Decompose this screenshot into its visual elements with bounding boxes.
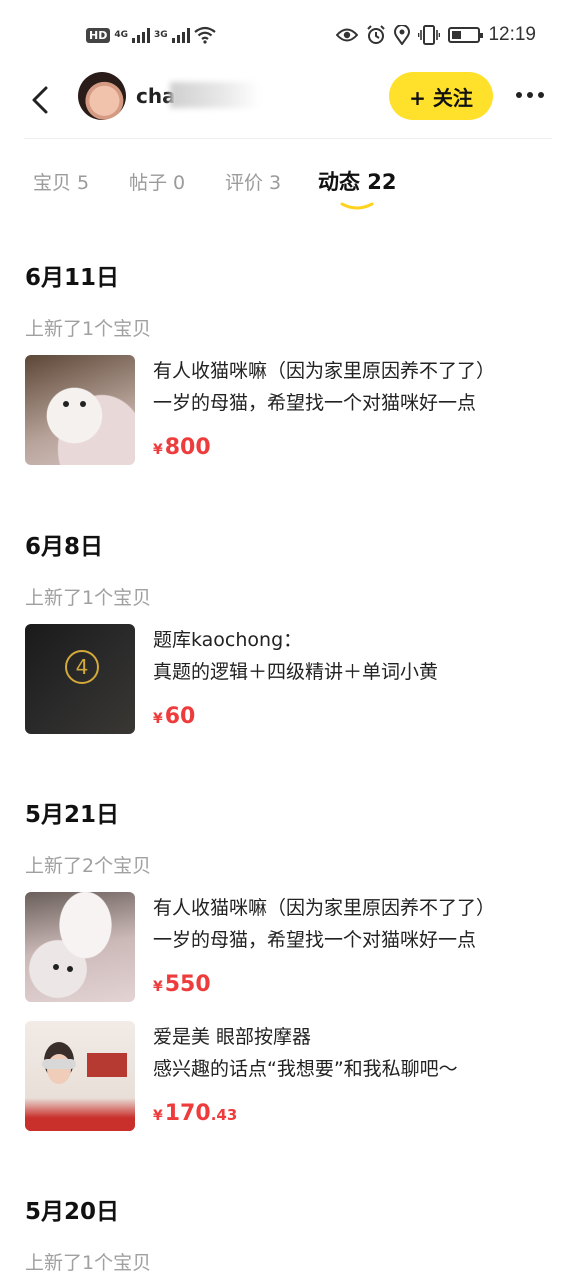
tab-items[interactable]: 宝贝 5 (33, 168, 89, 195)
product-thumbnail (25, 892, 135, 1002)
more-options-icon[interactable] (516, 92, 544, 98)
price-value: 550 (164, 972, 211, 997)
system-indicators: 12:19 (336, 24, 536, 46)
profile-header: cha + 关注 (0, 72, 576, 140)
product-price: ¥ 170 .43 (153, 1101, 237, 1126)
currency-symbol: ¥ (153, 711, 163, 727)
price-value: 170 (164, 1101, 211, 1126)
date-heading: 6月8日 (25, 534, 104, 560)
date-heading: 6月11日 (25, 265, 120, 291)
product-thumbnail (25, 355, 135, 465)
network-type-left: 4G (114, 29, 128, 40)
product-description: 题库kaochong： 真题的逻辑＋四级精讲＋单词小黄 (153, 624, 553, 688)
update-summary: 上新了2个宝贝 (25, 855, 152, 877)
product-thumbnail (25, 1021, 135, 1131)
description-line: 真题的逻辑＋四级精讲＋单词小黄 (153, 661, 439, 683)
network-indicators: HD 4G 3G (86, 26, 216, 44)
eye-massager-image-icon (25, 1042, 135, 1131)
profile-tabs: 宝贝 5 帖子 0 评价 3 动态 22 (0, 168, 576, 216)
list-item[interactable]: 有人收猫咪嘛（因为家里原因养不了了） 一岁的母猫，希望找一个对猫咪好一点 ¥ 8… (25, 355, 555, 467)
date-heading: 5月20日 (25, 1199, 120, 1225)
description-line: 题库kaochong： (153, 629, 303, 651)
list-item[interactable]: 有人收猫咪嘛（因为家里原因养不了了） 一岁的母猫，希望找一个对猫咪好一点 ¥ 5… (25, 892, 555, 1004)
follow-button[interactable]: + 关注 (389, 72, 493, 120)
description-line: 爱是美 眼部按摩器 (153, 1026, 312, 1048)
location-icon (394, 25, 411, 45)
update-summary: 上新了1个宝贝 (25, 318, 152, 340)
tab-activity[interactable]: 动态 22 (318, 166, 397, 196)
currency-symbol: ¥ (153, 442, 163, 458)
product-price: ¥ 60 (153, 704, 195, 729)
description-line: 有人收猫咪嘛（因为家里原因养不了了） (153, 360, 496, 382)
active-tab-indicator (340, 202, 374, 210)
signal-icon (132, 27, 150, 43)
network-type-right: 3G (154, 29, 168, 40)
status-bar: HD 4G 3G 12:19 (0, 0, 576, 72)
clock: 12:19 (488, 24, 536, 45)
list-item[interactable]: 爱是美 眼部按摩器 感兴趣的话点“我想要”和我私聊吧～ ¥ 170 .43 (25, 1021, 555, 1133)
book-cover-emblem-icon: 4 (65, 650, 99, 684)
currency-symbol: ¥ (153, 979, 163, 995)
wifi-icon (193, 26, 216, 44)
update-summary: 上新了1个宝贝 (25, 1252, 152, 1274)
tab-posts[interactable]: 帖子 0 (129, 168, 185, 195)
date-heading: 5月21日 (25, 802, 120, 828)
header-divider (24, 138, 552, 139)
list-item[interactable]: 4 题库kaochong： 真题的逻辑＋四级精讲＋单词小黄 ¥ 60 (25, 624, 555, 736)
update-summary: 上新了1个宝贝 (25, 587, 152, 609)
alarm-icon (367, 25, 386, 44)
battery-icon (448, 27, 484, 43)
price-decimal: .43 (210, 1106, 238, 1124)
price-value: 60 (164, 704, 196, 729)
currency-symbol: ¥ (153, 1108, 163, 1124)
hd-badge: HD (86, 27, 111, 43)
username-obscured (170, 82, 260, 108)
description-line: 有人收猫咪嘛（因为家里原因养不了了） (153, 897, 496, 919)
product-thumbnail: 4 (25, 624, 135, 734)
description-line: 感兴趣的话点“我想要”和我私聊吧～ (153, 1058, 458, 1080)
avatar[interactable] (78, 72, 126, 120)
product-description: 有人收猫咪嘛（因为家里原因养不了了） 一岁的母猫，希望找一个对猫咪好一点 (153, 355, 553, 419)
signal-icon (171, 27, 190, 43)
product-description: 有人收猫咪嘛（因为家里原因养不了了） 一岁的母猫，希望找一个对猫咪好一点 (153, 892, 553, 956)
description-line: 一岁的母猫，希望找一个对猫咪好一点 (153, 392, 477, 414)
product-description: 爱是美 眼部按摩器 感兴趣的话点“我想要”和我私聊吧～ (153, 1021, 553, 1085)
vibrate-icon (418, 25, 441, 45)
tab-reviews[interactable]: 评价 3 (225, 168, 281, 195)
description-line: 一岁的母猫，希望找一个对猫咪好一点 (153, 929, 477, 951)
price-value: 800 (164, 435, 211, 460)
product-price: ¥ 800 (153, 435, 211, 460)
product-price: ¥ 550 (153, 972, 211, 997)
eye-icon (336, 28, 359, 42)
back-arrow-icon[interactable] (26, 80, 54, 120)
